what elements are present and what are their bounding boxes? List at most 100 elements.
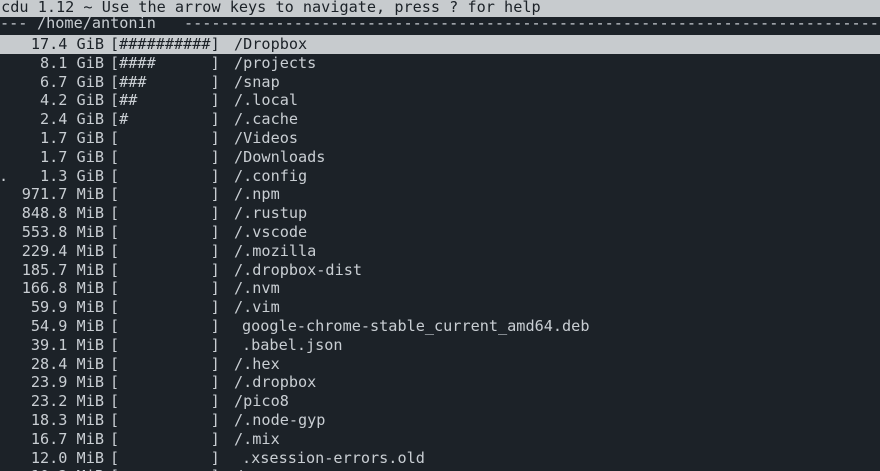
list-item[interactable]: 185.7 MiB [ ] /.dropbox-dist <box>0 261 880 280</box>
list-item[interactable]: 553.8 MiB [ ] /.vscode <box>0 223 880 242</box>
item-size: 2.4 GiB <box>39 110 104 129</box>
item-usage-graph: [##########] <box>110 35 220 53</box>
item-dir-name: /.cache <box>234 110 299 129</box>
item-dir-name: /.config <box>234 166 308 185</box>
list-item[interactable]: 2.4 GiB [# ] /.cache <box>0 110 880 129</box>
item-usage-graph: [ ] <box>110 166 220 185</box>
item-usage-graph: [ ] <box>110 204 220 223</box>
list-item[interactable]: 12.0 MiB [ ] .xsession-errors.old <box>0 449 880 468</box>
item-usage-graph: [ ] <box>110 279 220 298</box>
list-item[interactable]: .1.3 GiB[ ]/.config <box>0 167 880 186</box>
list-item[interactable]: 229.4 MiB [ ] /.mozilla <box>0 242 880 261</box>
item-usage-graph: [ ] <box>110 467 225 471</box>
item-dir-name: /.rustup <box>234 204 308 223</box>
item-size: 185.7 MiB <box>21 260 104 279</box>
item-usage-graph: [ ] <box>110 298 220 317</box>
item-size: 23.9 MiB <box>30 373 104 392</box>
item-size: 1.7 GiB <box>39 128 104 147</box>
item-dir-name: /.node-gyp <box>234 410 326 429</box>
item-dir-name: /.vim <box>234 298 280 317</box>
list-item[interactable]: 23.2 MiB [ ] /pico8 <box>0 392 880 411</box>
item-dir-name: /.hex <box>234 354 280 373</box>
item-size: 54.9 MiB <box>30 316 104 335</box>
item-usage-graph: [#### ] <box>110 53 220 72</box>
item-size: 6.7 GiB <box>39 72 104 91</box>
item-dir-name: /snap <box>234 72 280 91</box>
path-rule: ----------------------------------------… <box>184 17 880 32</box>
current-directory: /home/antonin <box>37 17 156 32</box>
item-usage-graph: [ ] <box>110 222 220 241</box>
list-item[interactable]: 39.1 MiB [ ] .babel.json <box>0 336 880 355</box>
item-size: 4.2 GiB <box>39 91 104 110</box>
item-usage-graph: [ ] <box>110 185 220 204</box>
list-item[interactable]: 4.2 GiB [## ] /.local <box>0 91 880 110</box>
list-item[interactable]: 8.1 GiB [#### ] /projects <box>0 54 880 73</box>
item-dir-name: /.vscode <box>234 222 308 241</box>
list-item[interactable]: 28.4 MiB [ ] /.hex <box>0 355 880 374</box>
list-item[interactable]: 10.2 MiB [ ] /. <box>0 467 880 471</box>
title-bar: ncdu 1.12 ~ Use the arrow keys to naviga… <box>0 0 880 17</box>
item-dir-name: /Videos <box>234 128 299 147</box>
item-size: 971.7 MiB <box>21 185 104 204</box>
item-usage-graph: [ ] <box>110 410 220 429</box>
list-item[interactable]: 1.7 GiB [ ] /Videos <box>0 129 880 148</box>
item-usage-graph: [ ] <box>110 128 220 147</box>
item-usage-graph: [ ] <box>110 392 220 411</box>
item-usage-graph: [ ] <box>110 316 220 335</box>
ncdu-terminal: ncdu 1.12 ~ Use the arrow keys to naviga… <box>0 0 880 471</box>
item-dir-name: /projects <box>234 53 317 72</box>
item-usage-graph: [ ] <box>110 429 220 448</box>
item-usage-graph: [## ] <box>110 91 220 110</box>
list-item[interactable]: 848.8 MiB [ ] /.rustup <box>0 204 880 223</box>
item-dir-name: /.dropbox-dist <box>234 260 363 279</box>
item-size: 23.2 MiB <box>30 392 104 411</box>
item-size: 166.8 MiB <box>21 279 104 298</box>
item-size: 18.3 MiB <box>30 410 104 429</box>
item-dir-name: /.nvm <box>234 279 280 298</box>
list-item[interactable]: 6.7 GiB [### ] /snap <box>0 73 880 92</box>
item-dir-name: /Downloads <box>234 147 326 166</box>
list-item[interactable]: 166.8 MiB [ ] /.nvm <box>0 279 880 298</box>
item-dir-name: /.npm <box>234 185 280 204</box>
list-item[interactable]: 971.7 MiB [ ] /.npm <box>0 185 880 204</box>
item-dir-name: /Dropbox <box>234 35 308 53</box>
item-dir-name: /.dropbox <box>234 373 317 392</box>
item-usage-graph: [ ] <box>110 354 220 373</box>
list-item-selected[interactable]: 17.4 GiB [##########] /Dropbox <box>0 35 880 54</box>
item-usage-graph: [ ] <box>110 335 220 354</box>
item-dir-name: /.mozilla <box>234 241 317 260</box>
item-size: 28.4 MiB <box>30 354 104 373</box>
item-size: 59.9 MiB <box>30 298 104 317</box>
item-size: 848.8 MiB <box>21 204 104 223</box>
item-usage-graph: [ ] <box>110 260 220 279</box>
item-size: 1.7 GiB <box>39 147 104 166</box>
item-size: 10.2 MiB <box>0 467 104 471</box>
item-size: 12.0 MiB <box>30 448 104 467</box>
item-usage-graph: [### ] <box>110 72 220 91</box>
item-size: 229.4 MiB <box>21 241 104 260</box>
path-bar: --- /home/antonin ----------------------… <box>0 17 880 34</box>
list-item[interactable]: 54.9 MiB [ ] google-chrome-stable_current_… <box>0 317 880 336</box>
list-item[interactable]: 23.9 MiB [ ] /.dropbox <box>0 373 880 392</box>
item-size: 1.3 GiB <box>39 166 104 185</box>
list-item[interactable]: 18.3 MiB [ ] /.node-gyp <box>0 411 880 430</box>
item-dir-name: /. <box>234 467 252 471</box>
title-text: ncdu 1.12 ~ Use the arrow keys to naviga… <box>0 0 541 16</box>
list-item[interactable]: 1.7 GiB [ ] /Downloads <box>0 148 880 167</box>
item-dir-name: /.local <box>234 91 299 110</box>
item-file-name: google-chrome-stable_current_amd64.deb <box>242 316 590 335</box>
item-file-name: .babel.json <box>242 335 343 354</box>
item-size: 16.7 MiB <box>30 429 104 448</box>
item-usage-graph: [ ] <box>110 147 220 166</box>
item-usage-graph: [ ] <box>110 448 220 467</box>
path-prefix: --- <box>0 17 28 32</box>
item-usage-graph: [ ] <box>110 373 220 392</box>
item-size: 17.4 GiB <box>30 35 104 53</box>
item-usage-graph: [ ] <box>110 241 220 260</box>
item-size: 553.8 MiB <box>21 222 104 241</box>
list-item[interactable]: 16.7 MiB [ ] /.mix <box>0 430 880 449</box>
directory-listing: 17.4 GiB [##########] /Dropbox 8.1 GiB [####… <box>0 35 880 471</box>
item-file-name: .xsession-errors.old <box>242 448 425 467</box>
list-item[interactable]: 59.9 MiB [ ] /.vim <box>0 298 880 317</box>
item-size: 39.1 MiB <box>30 335 104 354</box>
